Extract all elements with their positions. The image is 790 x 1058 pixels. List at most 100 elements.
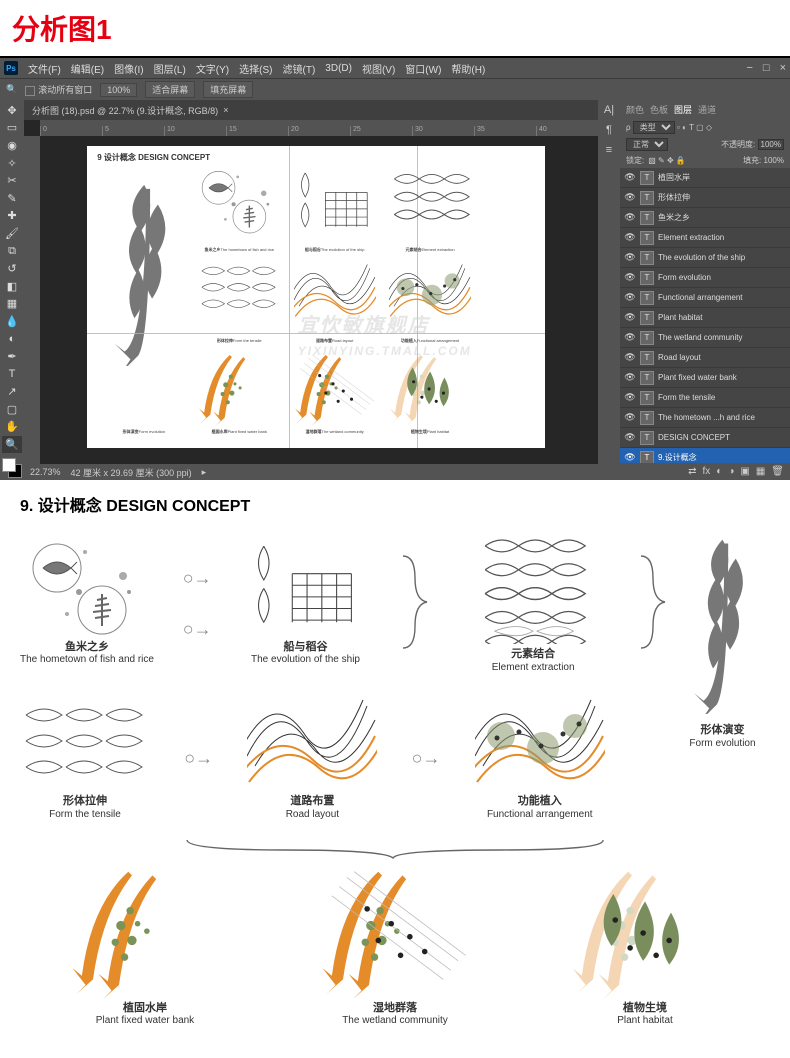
zoom-100-button[interactable]: 100% bbox=[100, 83, 137, 97]
eraser-tool[interactable]: ◧ bbox=[2, 278, 22, 295]
pen-tool[interactable]: ✒ bbox=[2, 348, 22, 365]
layer-row[interactable]: 👁TForm evolution bbox=[620, 268, 790, 288]
link-icon[interactable]: ⇄ bbox=[688, 466, 696, 477]
layer-thumb: T bbox=[640, 331, 654, 345]
fit-screen-button[interactable]: 适合屏幕 bbox=[145, 81, 195, 98]
mask-icon[interactable]: ◐ bbox=[716, 466, 722, 477]
menu-3d[interactable]: 3D(D) bbox=[325, 63, 352, 74]
layer-row[interactable]: 👁TFunctional arrangement bbox=[620, 288, 790, 308]
visibility-icon[interactable]: 👁 bbox=[624, 252, 636, 263]
visibility-icon[interactable]: 👁 bbox=[624, 312, 636, 323]
menu-image[interactable]: 图像(I) bbox=[114, 61, 143, 76]
visibility-icon[interactable]: 👁 bbox=[624, 412, 636, 423]
layer-row[interactable]: 👁TElement extraction bbox=[620, 228, 790, 248]
trash-icon[interactable]: 🗑 bbox=[771, 466, 784, 477]
menu-file[interactable]: 文件(F) bbox=[28, 61, 61, 76]
layer-filter[interactable]: 类型 bbox=[633, 121, 675, 134]
color-swatch[interactable] bbox=[2, 458, 22, 478]
visibility-icon[interactable]: 👁 bbox=[624, 392, 636, 403]
visibility-icon[interactable]: 👁 bbox=[624, 372, 636, 383]
form-evolution-graphic bbox=[675, 534, 770, 714]
fill-value[interactable]: 100% bbox=[764, 156, 784, 165]
arrow-icon: ○→ bbox=[183, 619, 212, 640]
blur-tool[interactable]: 💧 bbox=[2, 313, 22, 330]
dodge-tool[interactable]: ◐ bbox=[2, 331, 22, 348]
document-canvas[interactable]: 9 设计概念 DESIGN CONCEPT 鱼米之乡The hometown o… bbox=[87, 146, 545, 448]
opacity-value[interactable]: 100% bbox=[758, 139, 784, 150]
layer-row[interactable]: 👁 T The wetland community bbox=[620, 328, 790, 348]
move-tool[interactable]: ✥ bbox=[2, 102, 22, 119]
wand-tool[interactable]: ✧ bbox=[2, 155, 22, 172]
menu-edit[interactable]: 编辑(E) bbox=[71, 61, 104, 76]
visibility-icon[interactable]: 👁 bbox=[624, 432, 636, 443]
visibility-icon[interactable]: 👁 bbox=[624, 192, 636, 203]
layer-row[interactable]: 👁TThe evolution of the ship bbox=[620, 248, 790, 268]
layer-row[interactable]: 👁T9.设计概念 bbox=[620, 448, 790, 463]
menu-select[interactable]: 选择(S) bbox=[239, 61, 272, 76]
zoom-level[interactable]: 22.73% bbox=[30, 467, 61, 477]
panel-icon[interactable]: ¶ bbox=[606, 124, 612, 136]
visibility-icon[interactable]: 👁 bbox=[624, 232, 636, 243]
blend-mode-select[interactable]: 正常 bbox=[626, 138, 668, 151]
panel-icon[interactable]: ≡ bbox=[606, 144, 612, 156]
tab-channels[interactable]: 通道 bbox=[698, 103, 716, 116]
heal-tool[interactable]: ✚ bbox=[2, 208, 22, 225]
tab-layers[interactable]: 图层 bbox=[674, 103, 692, 116]
path-tool[interactable]: ↗ bbox=[2, 384, 22, 401]
maximize-icon[interactable]: □ bbox=[763, 62, 770, 74]
menu-view[interactable]: 视图(V) bbox=[362, 61, 395, 76]
marquee-tool[interactable]: ▭ bbox=[2, 120, 22, 137]
scroll-all-checkbox[interactable] bbox=[25, 86, 35, 96]
eyedrop-tool[interactable]: ✎ bbox=[2, 190, 22, 207]
history-tool[interactable]: ↺ bbox=[2, 260, 22, 277]
layer-row[interactable]: 👁TForm the tensile bbox=[620, 388, 790, 408]
visibility-icon[interactable]: 👁 bbox=[624, 332, 636, 343]
zoom-tool[interactable]: 🔍 bbox=[2, 436, 22, 453]
group-icon[interactable]: ▣ bbox=[740, 466, 749, 477]
fill-screen-button[interactable]: 填充屏幕 bbox=[203, 81, 253, 98]
panel-icon[interactable]: A| bbox=[604, 104, 614, 116]
hand-tool[interactable]: ✋ bbox=[2, 419, 22, 436]
menu-help[interactable]: 帮助(H) bbox=[451, 61, 485, 76]
menu-filter[interactable]: 滤镜(T) bbox=[283, 61, 316, 76]
brush-tool[interactable]: 🖌 bbox=[2, 225, 22, 242]
fx-icon[interactable]: fx bbox=[703, 466, 711, 477]
visibility-icon[interactable]: 👁 bbox=[624, 272, 636, 283]
arrow-icon: ○→ bbox=[184, 748, 213, 769]
visibility-icon[interactable]: 👁 bbox=[624, 452, 636, 463]
collapsed-panels[interactable]: A| ¶ ≡ bbox=[598, 100, 620, 480]
layer-list[interactable]: 👁T植固水岸👁T形体拉伸👁T鱼米之乡👁TElement extraction👁T… bbox=[620, 168, 790, 463]
visibility-icon[interactable]: 👁 bbox=[624, 352, 636, 363]
type-tool[interactable]: T bbox=[2, 366, 22, 383]
layer-row[interactable]: 👁T鱼米之乡 bbox=[620, 208, 790, 228]
canvas-area[interactable]: 0510152025303540 9 设计概念 DESIGN CONCEPT 鱼… bbox=[24, 120, 598, 464]
crop-tool[interactable]: ✂ bbox=[2, 172, 22, 189]
gradient-tool[interactable]: ▦ bbox=[2, 296, 22, 313]
new-icon[interactable]: ▦ bbox=[756, 466, 765, 477]
minimize-icon[interactable]: − bbox=[746, 62, 752, 74]
adj-icon[interactable]: ◑ bbox=[728, 466, 734, 477]
shape-tool[interactable]: ▢ bbox=[2, 401, 22, 418]
layer-row[interactable]: 👁TThe hometown ...h and rice bbox=[620, 408, 790, 428]
layer-row[interactable]: 👁TPlant habitat bbox=[620, 308, 790, 328]
tab-color[interactable]: 颜色 bbox=[626, 103, 644, 116]
menu-layer[interactable]: 图层(L) bbox=[154, 61, 186, 76]
tab-swatch[interactable]: 色板 bbox=[650, 103, 668, 116]
layer-row[interactable]: 👁T植固水岸 bbox=[620, 168, 790, 188]
layer-name: The wetland community bbox=[658, 333, 786, 342]
visibility-icon[interactable]: 👁 bbox=[624, 292, 636, 303]
menu-window[interactable]: 窗口(W) bbox=[405, 61, 441, 76]
visibility-icon[interactable]: 👁 bbox=[624, 172, 636, 183]
layer-row[interactable]: 👁T形体拉伸 bbox=[620, 188, 790, 208]
stamp-tool[interactable]: ⧉ bbox=[2, 243, 22, 260]
layer-row[interactable]: 👁TPlant fixed water bank bbox=[620, 368, 790, 388]
document-tab[interactable]: 分析图 (18).psd @ 22.7% (9.设计概念, RGB/8) × bbox=[24, 100, 598, 120]
close-icon[interactable]: × bbox=[780, 62, 786, 74]
lasso-tool[interactable]: ◉ bbox=[2, 137, 22, 154]
menu-type[interactable]: 文字(Y) bbox=[196, 61, 229, 76]
visibility-icon[interactable]: 👁 bbox=[624, 212, 636, 223]
options-bar: 🔍 滚动所有窗口 100% 适合屏幕 填充屏幕 bbox=[0, 78, 790, 100]
layer-row[interactable]: 👁TRoad layout bbox=[620, 348, 790, 368]
layer-row[interactable]: 👁TDESIGN CONCEPT bbox=[620, 428, 790, 448]
layer-name: The evolution of the ship bbox=[658, 253, 786, 262]
